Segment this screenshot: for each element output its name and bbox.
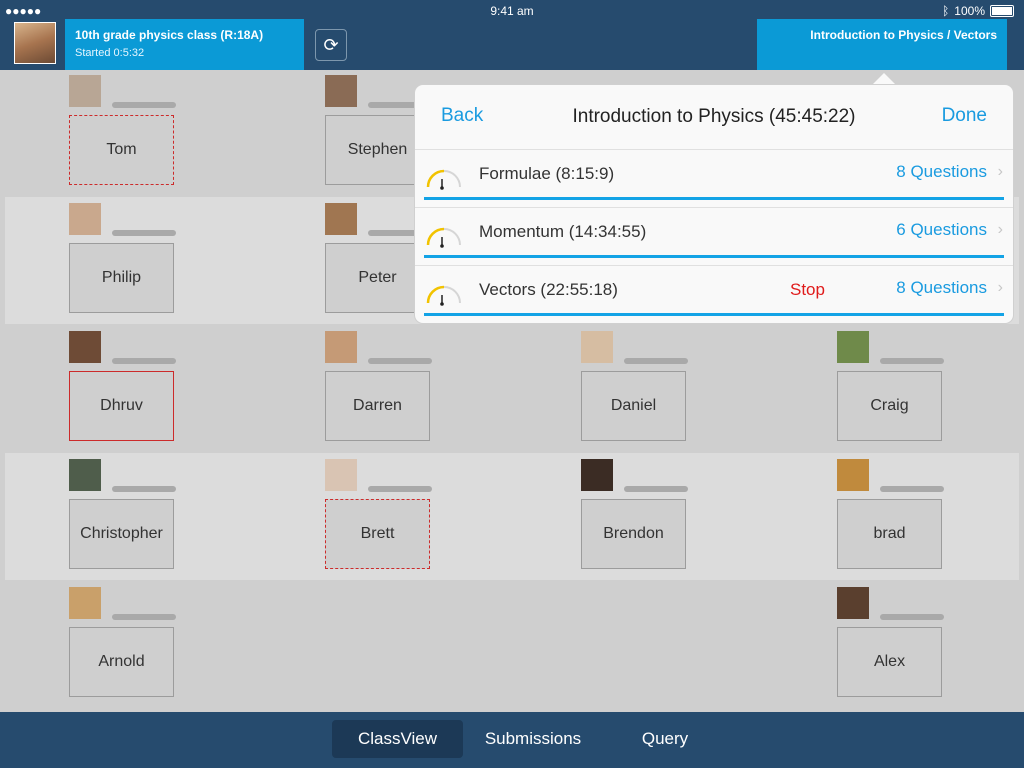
- student-avatar: [325, 75, 357, 107]
- status-time: 9:41 am: [490, 4, 534, 18]
- teacher-avatar[interactable]: [14, 22, 56, 64]
- chevron-right-icon: ›: [997, 279, 1003, 296]
- bottom-tab-bar: ClassView Submissions Query: [0, 712, 1024, 768]
- stop-button[interactable]: Stop: [790, 280, 825, 300]
- class-started-time: Started 0:5:32: [75, 47, 145, 59]
- student-avatar: [325, 459, 357, 491]
- progress-bar: [880, 486, 944, 492]
- progress-bar: [880, 614, 944, 620]
- topic-label: Vectors (22:55:18): [479, 280, 618, 299]
- tab-classview[interactable]: ClassView: [332, 720, 463, 758]
- student-name: brad: [837, 499, 942, 569]
- battery-percent: 100%: [954, 4, 985, 18]
- student-name: Alex: [837, 627, 942, 697]
- progress-bar: [880, 358, 944, 364]
- progress-bar: [112, 358, 176, 364]
- popover-header: Back Introduction to Physics (45:45:22) …: [415, 85, 1013, 149]
- student-name: Brett: [325, 499, 430, 569]
- student-avatar: [325, 331, 357, 363]
- refresh-button[interactable]: ⟳: [315, 29, 347, 61]
- student-avatar: [581, 331, 613, 363]
- chevron-right-icon: ›: [997, 163, 1003, 180]
- student-name: Dhruv: [69, 371, 174, 441]
- progress-bar: [624, 358, 688, 364]
- progress-underline: [424, 255, 1004, 258]
- student-avatar: [581, 459, 613, 491]
- student-avatar: [69, 75, 101, 107]
- gauge-icon: [426, 285, 461, 306]
- student-name: Craig: [837, 371, 942, 441]
- student-name: Philip: [69, 243, 174, 313]
- student-name: Christopher: [69, 499, 174, 569]
- topic-breadcrumb: Introduction to Physics / Vectors: [810, 28, 997, 42]
- gauge-icon: [426, 227, 461, 248]
- class-title: 10th grade physics class (R:18A): [75, 28, 264, 42]
- topic-label: Momentum (14:34:55): [479, 222, 647, 241]
- student-name: Darren: [325, 371, 430, 441]
- student-name: Tom: [69, 115, 174, 185]
- student-name: Arnold: [69, 627, 174, 697]
- battery-status: ᛒ 100%: [942, 4, 1014, 18]
- gauge-icon: [426, 169, 461, 190]
- topic-label: Formulae (8:15:9): [479, 164, 615, 183]
- progress-bar: [112, 614, 176, 620]
- student-avatar: [69, 587, 101, 619]
- student-avatar: [325, 203, 357, 235]
- tab-query[interactable]: Query: [610, 720, 720, 758]
- student-name: Daniel: [581, 371, 686, 441]
- battery-icon: [990, 5, 1014, 17]
- student-avatar: [69, 331, 101, 363]
- progress-bar: [368, 358, 432, 364]
- questions-link[interactable]: 6 Questions: [896, 220, 987, 240]
- topic-row-formulae[interactable]: Formulae (8:15:9) 8 Questions ›: [415, 149, 1013, 208]
- topic-popover: Back Introduction to Physics (45:45:22) …: [415, 85, 1013, 323]
- chevron-right-icon: ›: [997, 221, 1003, 238]
- student-avatar: [69, 459, 101, 491]
- progress-underline: [424, 313, 1004, 316]
- student-avatar: [837, 459, 869, 491]
- topic-row-momentum[interactable]: Momentum (14:34:55) 6 Questions ›: [415, 207, 1013, 266]
- progress-bar: [112, 230, 176, 236]
- progress-bar: [112, 102, 176, 108]
- student-avatar: [837, 331, 869, 363]
- student-name: Brendon: [581, 499, 686, 569]
- progress-bar: [112, 486, 176, 492]
- student-avatar: [837, 587, 869, 619]
- tab-submissions[interactable]: Submissions: [468, 720, 598, 758]
- questions-link[interactable]: 8 Questions: [896, 162, 987, 182]
- popover-title: Introduction to Physics (45:45:22): [572, 106, 856, 127]
- class-info-button[interactable]: 10th grade physics class (R:18A) Started…: [65, 19, 304, 70]
- progress-bar: [624, 486, 688, 492]
- done-button[interactable]: Done: [942, 105, 987, 127]
- topic-row-vectors[interactable]: Vectors (22:55:18) Stop 8 Questions ›: [415, 265, 1013, 324]
- bluetooth-icon: ᛒ: [942, 4, 950, 18]
- topic-breadcrumb-button[interactable]: Introduction to Physics / Vectors: [757, 19, 1007, 70]
- progress-bar: [368, 486, 432, 492]
- refresh-icon: ⟳: [323, 35, 339, 55]
- questions-link[interactable]: 8 Questions: [896, 278, 987, 298]
- top-bar: ●●●●● 9:41 am ᛒ 100% 10th grade physics …: [0, 0, 1024, 70]
- popover-arrow: [872, 73, 896, 85]
- progress-underline: [424, 197, 1004, 200]
- student-avatar: [69, 203, 101, 235]
